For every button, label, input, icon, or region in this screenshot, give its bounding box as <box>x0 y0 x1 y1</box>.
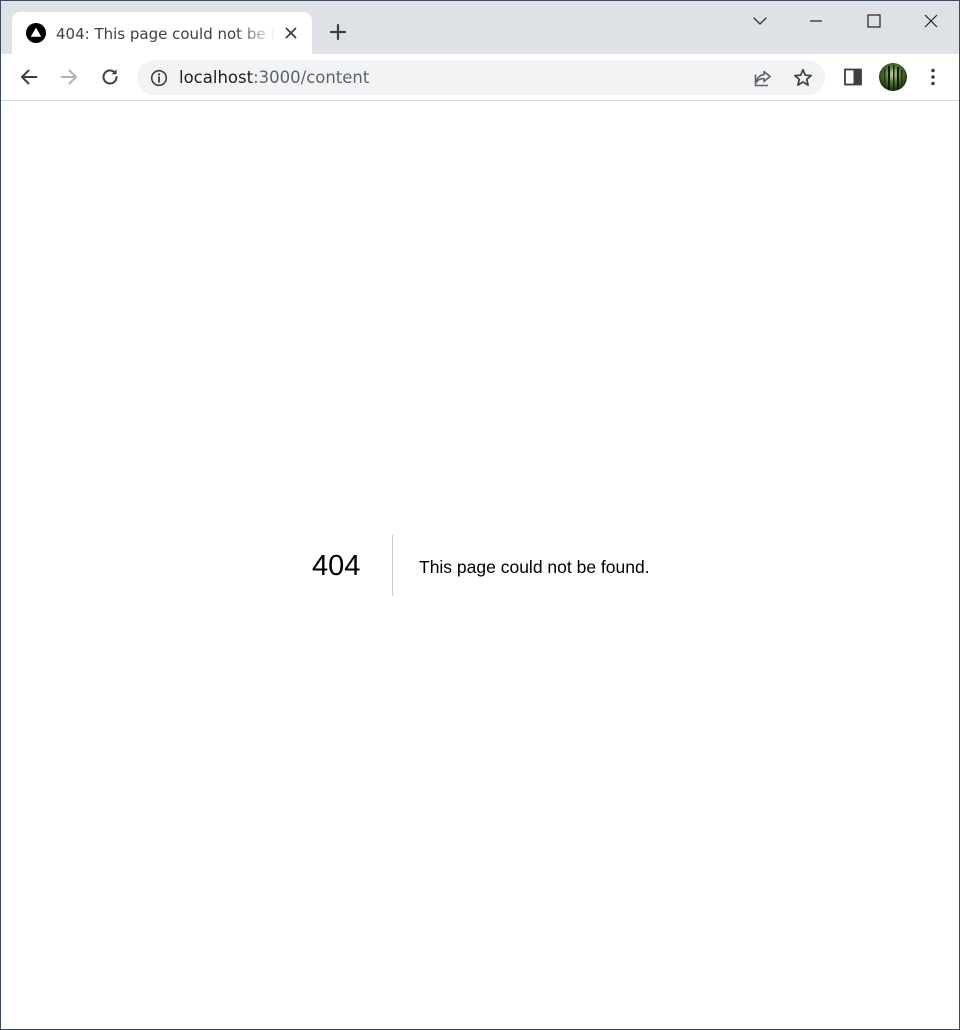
nextjs-triangle-icon <box>26 23 46 43</box>
tab-search-chevron-down-icon[interactable] <box>747 8 773 34</box>
reload-icon[interactable] <box>98 65 122 89</box>
profile-avatar[interactable] <box>879 63 907 91</box>
tab-title: 404: This page could not be found <box>56 25 276 43</box>
error-code-heading: 404 <box>312 550 361 582</box>
new-tab-plus-icon[interactable] <box>327 21 349 43</box>
url-path: :3000/content <box>253 68 370 87</box>
tab-close-icon[interactable] <box>282 24 300 42</box>
browser-window: 404: This page could not be found <box>0 0 960 1030</box>
tab-strip: 404: This page could not be found <box>1 1 959 54</box>
url-host: localhost <box>179 68 254 87</box>
page-content: 404 This page could not be found. <box>1 101 959 1029</box>
browser-toolbar: localhost:3000/content <box>1 54 959 101</box>
url-text[interactable]: localhost:3000/content <box>179 67 369 88</box>
share-icon[interactable] <box>751 66 775 90</box>
side-panel-icon[interactable] <box>841 65 865 89</box>
minimize-icon[interactable] <box>803 8 829 34</box>
forward-arrow-right-icon <box>57 65 81 89</box>
bookmark-star-icon[interactable] <box>791 66 815 90</box>
close-icon[interactable] <box>918 8 944 34</box>
address-bar[interactable]: localhost:3000/content <box>137 60 825 95</box>
active-tab[interactable]: 404: This page could not be found <box>12 12 312 54</box>
site-info-icon[interactable] <box>149 68 169 88</box>
error-message: This page could not be found. <box>419 557 650 577</box>
back-arrow-left-icon[interactable] <box>17 65 41 89</box>
kebab-menu-icon[interactable] <box>921 65 945 89</box>
maximize-icon[interactable] <box>861 8 887 34</box>
error-divider <box>392 535 393 596</box>
